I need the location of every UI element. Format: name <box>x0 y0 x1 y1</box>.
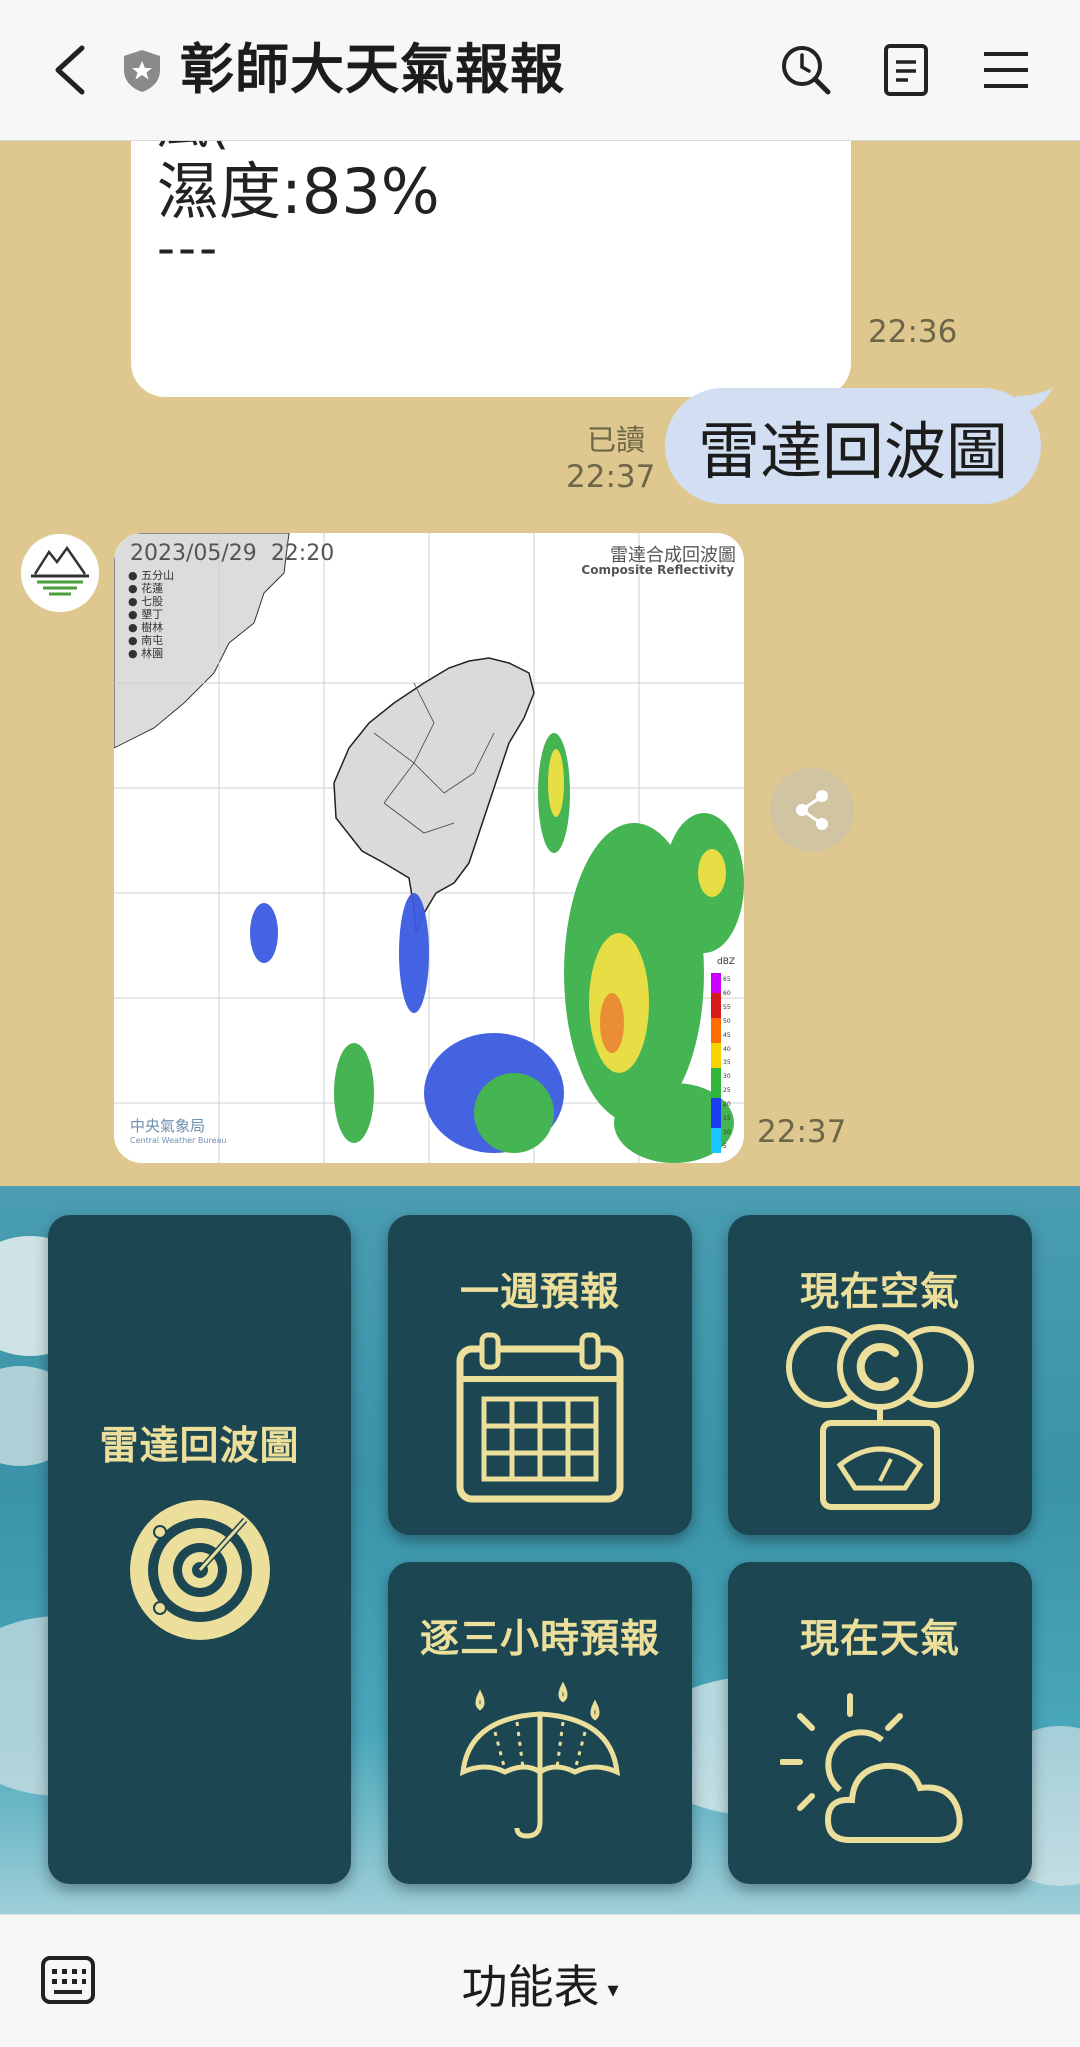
radar-map <box>114 533 744 1163</box>
dbz-legend <box>711 973 721 1153</box>
radar-date: 2023/05/29 22:20 <box>130 541 335 566</box>
bot-avatar[interactable] <box>21 534 99 612</box>
tile-label: 雷達回波圖 <box>99 1424 300 1469</box>
rich-menu: 雷達回波圖 一週預報 現在空氣 逐三小時預報 現在天氣 <box>0 1186 1080 1914</box>
share-button[interactable] <box>770 768 854 852</box>
radar-legend-unit: dBZ <box>717 957 736 967</box>
share-icon <box>796 790 828 830</box>
weekly-forecast-tile[interactable]: 一週預報 <box>388 1215 692 1535</box>
mountain-lake-logo-icon <box>21 534 99 612</box>
radar-title-en: Composite Reflectivity <box>581 563 734 577</box>
shield-star-icon <box>124 50 160 92</box>
read-status: 已讀 <box>587 423 646 457</box>
chat-header: 彰師大天氣報報 <box>0 0 1080 141</box>
message-timestamp: 22:37 <box>757 1114 847 1150</box>
tile-label: 一週預報 <box>459 1270 620 1315</box>
air-quality-tile[interactable]: 現在空氣 <box>728 1215 1032 1535</box>
three-hour-forecast-tile[interactable]: 逐三小時預報 <box>388 1562 692 1884</box>
user-message-bubble[interactable]: 雷達回波圖 <box>665 388 1041 504</box>
tile-label: 現在空氣 <box>799 1270 960 1315</box>
bot-message-bubble[interactable]: 風( 濕度:83% --- <box>131 141 851 397</box>
bubble-tail <box>1015 388 1053 414</box>
menu-label: 功能表 <box>461 1960 600 2014</box>
hamburger-menu-icon[interactable] <box>978 42 1034 98</box>
search-history-icon[interactable] <box>778 42 834 98</box>
umbrella-rain-icon <box>460 1682 620 1839</box>
message-timestamp: 22:36 <box>868 314 958 350</box>
bottom-bar: 功能表 ▾ <box>0 1914 1080 2047</box>
chat-title: 彰師大天氣報報 <box>180 38 565 101</box>
message-timestamp: 22:37 <box>566 459 656 495</box>
humidity-line: 濕度:83% <box>157 155 440 228</box>
radar-legend-values: 65 60 55 50 45 40 35 30 25 20 15 10 5 <box>723 976 731 1150</box>
radar-stations: ● 五分山 ● 花蓮 ● 七股 ● 墾丁 ● 樹林 ● 南屯 ● 林園 <box>128 569 175 660</box>
caret-down-icon: ▾ <box>607 1978 619 2003</box>
radar-icon <box>130 1500 270 1640</box>
agency-logo: 中央氣象局 Central Weather Bureau <box>130 1117 227 1145</box>
current-weather-tile[interactable]: 現在天氣 <box>728 1562 1032 1884</box>
radar-tile[interactable]: 雷達回波圖 <box>48 1215 351 1884</box>
separator-line: --- <box>157 219 221 277</box>
sun-cloud-icon <box>780 1693 963 1843</box>
menu-toggle[interactable]: 功能表 ▾ <box>0 1951 1080 2017</box>
radar-image-message[interactable]: 2023/05/29 22:20 雷達合成回波圖 Composite Refle… <box>114 533 744 1163</box>
calendar-icon <box>456 1332 624 1503</box>
air-quality-gauge-icon <box>786 1324 974 1510</box>
chat-area[interactable]: 風( 濕度:83% --- 22:36 已讀 22:37 雷達回波圖 <box>0 141 1080 1186</box>
tile-label: 逐三小時預報 <box>419 1617 660 1662</box>
tile-label: 現在天氣 <box>799 1617 960 1662</box>
notes-icon[interactable] <box>878 42 934 98</box>
chevron-left-icon[interactable] <box>46 40 96 100</box>
